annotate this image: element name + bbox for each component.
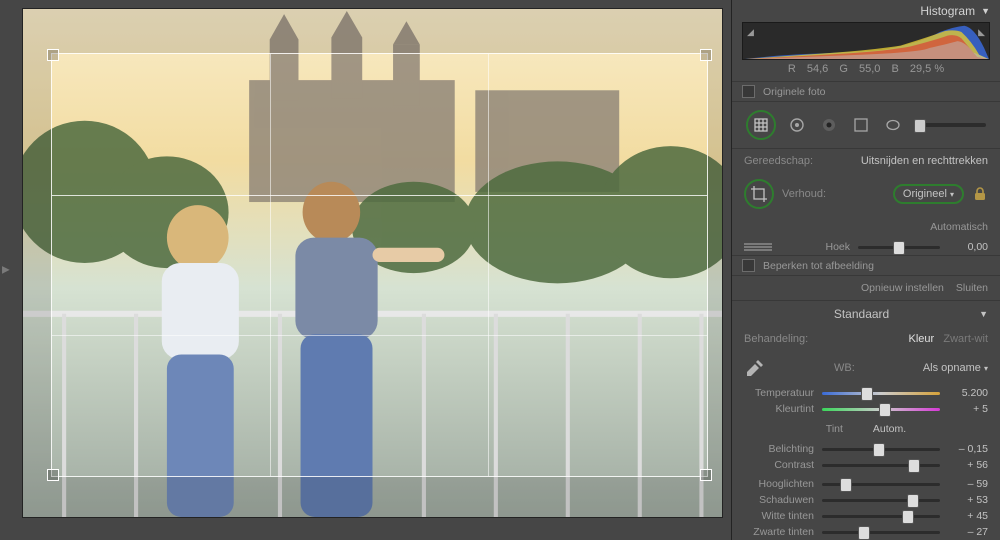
wb-dropdown[interactable]: Als opname ▾ [923,362,988,374]
crop-frame-tool-icon[interactable] [744,179,774,209]
close-button[interactable]: Sluiten [956,282,988,294]
temperature-slider-row: Temperatuur5.200 [732,385,1000,401]
tint-value[interactable]: + 5 [948,403,988,415]
auto-straighten-link[interactable]: Automatisch [930,221,988,233]
tool-strip [732,101,1000,149]
constrain-label: Beperken tot afbeelding [763,260,874,272]
shadows-value[interactable]: + 53 [948,494,988,506]
crop-tool-icon[interactable] [746,110,776,140]
contrast-slider-row: Contrast+ 56 [732,457,1000,473]
grid-line [488,54,489,476]
constrain-row[interactable]: Beperken tot afbeelding [732,255,1000,275]
angle-label: Hoek [780,241,850,253]
angle-slider[interactable] [858,243,940,251]
exposure-slider-row: Belichting– 0,15 [732,441,1000,457]
grid-line [270,54,271,476]
aspect-lock-icon[interactable] [972,186,988,202]
tool-label: Gereedschap: [744,155,813,167]
photo-preview[interactable] [22,8,723,518]
canvas-area[interactable]: ▶ [0,0,732,540]
aspect-row: Verhoud: Origineel ▾ [732,173,1000,215]
graduated-filter-tool-icon[interactable] [850,114,872,136]
histogram-rgb-readout: R 54,6 G 55,0 B 29,5 % [732,60,1000,81]
crop-handle-br[interactable] [700,469,712,481]
whites-slider[interactable] [822,512,940,520]
tint-slider[interactable] [822,405,940,413]
contrast-value[interactable]: + 56 [948,459,988,471]
histogram-title: Histogram [920,4,975,18]
exposure-slider[interactable] [822,445,940,453]
auto-tone-button[interactable]: Autom. [873,423,906,435]
tone-header: Tint Autom. [732,417,1000,441]
whites-slider-row: Witte tinten+ 45 [732,508,1000,524]
angle-tool-icon[interactable] [744,243,772,251]
grid-line [52,195,707,196]
angle-slider-row: Hoek 0,00 [732,239,1000,255]
original-photo-toggle[interactable]: Originele foto [732,81,1000,101]
tone-label: Tint [826,423,843,435]
tool-buttons: Opnieuw instellen Sluiten [732,275,1000,300]
checkbox-icon[interactable] [742,259,755,272]
histogram[interactable]: ◢ ◣ [742,22,990,60]
treatment-color[interactable]: Kleur [909,333,935,345]
crop-handle-bl[interactable] [47,469,59,481]
crop-handle-tr[interactable] [700,49,712,61]
wb-label: WB: [834,362,855,374]
tool-label-row: Gereedschap: Uitsnijden en rechttrekken [732,149,1000,173]
wb-row: WB: Als opname ▾ [732,351,1000,385]
basic-panel-header[interactable]: Standaard▼ [732,300,1000,327]
spot-removal-tool-icon[interactable] [786,114,808,136]
aspect-label: Verhoud: [782,188,826,200]
treatment-row: Behandeling: Kleur Zwart-wit [732,327,1000,351]
aspect-dropdown[interactable]: Origineel ▾ [893,184,964,204]
tool-name: Uitsnijden en rechttrekken [861,155,988,167]
temperature-value[interactable]: 5.200 [948,387,988,399]
blacks-value[interactable]: – 27 [948,526,988,538]
crop-handle-tl[interactable] [47,49,59,61]
shadows-slider-row: Schaduwen+ 53 [732,492,1000,508]
tint-slider-row: Kleurtint+ 5 [732,401,1000,417]
highlights-slider-row: Hooglichten– 59 [732,476,1000,492]
app-root: ▶ [0,0,1000,540]
grid-line [52,335,707,336]
exposure-value[interactable]: – 0,15 [948,443,988,455]
checkbox-icon[interactable] [742,85,755,98]
redeye-tool-icon[interactable] [818,114,840,136]
treatment-label: Behandeling: [744,333,808,345]
angle-value[interactable]: 0,00 [948,241,988,253]
reset-button[interactable]: Opnieuw instellen [861,282,944,294]
radial-filter-tool-icon[interactable] [882,114,904,136]
contrast-slider[interactable] [822,461,940,469]
treatment-bw[interactable]: Zwart-wit [943,333,988,345]
left-panel-expander[interactable]: ▶ [2,265,10,276]
crop-overlay[interactable] [51,53,708,477]
highlights-value[interactable]: – 59 [948,478,988,490]
original-photo-label: Originele foto [763,86,825,98]
auto-row: Automatisch [732,215,1000,239]
shadows-slider[interactable] [822,496,940,504]
collapse-icon: ▼ [981,6,990,16]
blacks-slider[interactable] [822,528,940,536]
temperature-slider[interactable] [822,389,940,397]
right-panel: Histogram ▼ ◢ ◣ R 54,6 G 55,0 B 29,5 % O… [732,0,1000,540]
eyedropper-icon[interactable] [744,357,766,379]
adjustment-brush-tool-icon[interactable] [914,114,986,136]
whites-value[interactable]: + 45 [948,510,988,522]
blacks-slider-row: Zwarte tinten– 27 [732,524,1000,540]
histogram-header[interactable]: Histogram ▼ [732,0,1000,22]
highlights-slider[interactable] [822,480,940,488]
